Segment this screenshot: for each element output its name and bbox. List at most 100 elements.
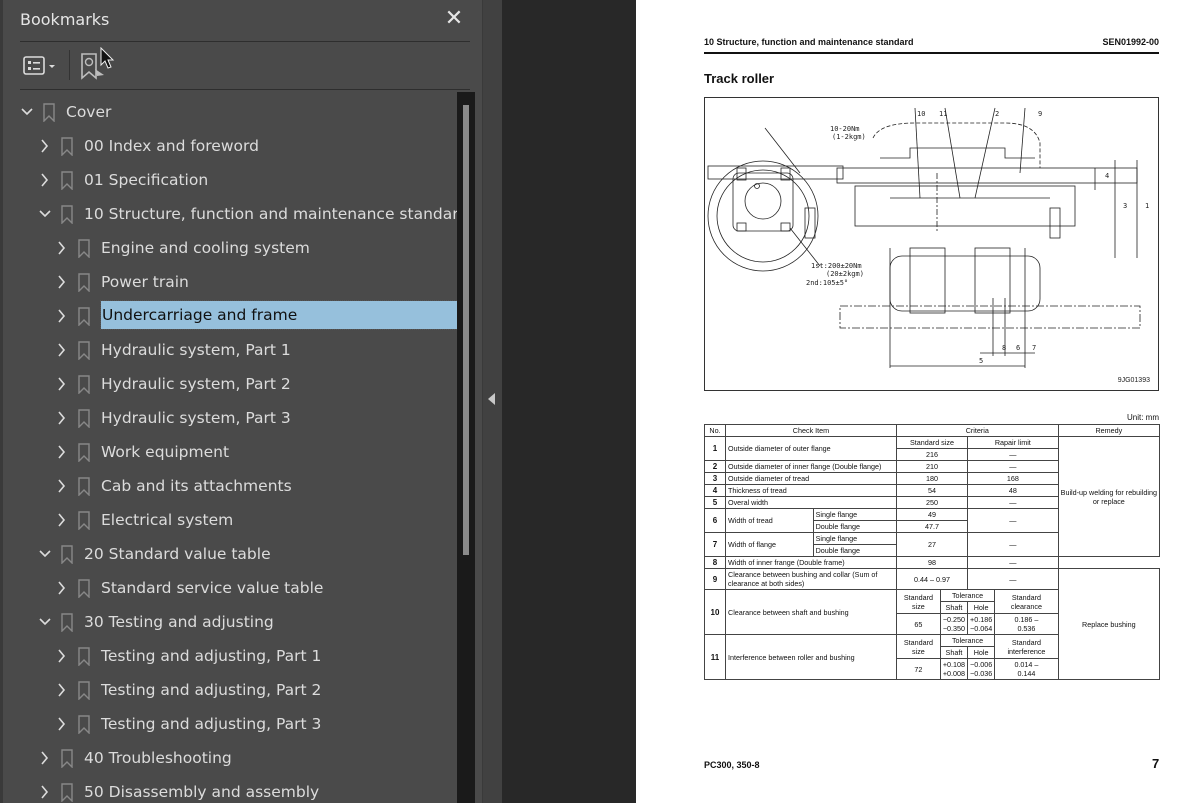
bookmarks-scrollbar[interactable] bbox=[457, 92, 475, 803]
torque-note-2a: 1st:200±20Nm bbox=[811, 262, 862, 270]
bookmark-icon bbox=[78, 341, 90, 360]
callout-2: 2 bbox=[995, 110, 999, 118]
bookmark-item[interactable]: Hydraulic system, Part 2 bbox=[3, 369, 460, 399]
bookmark-item[interactable]: 30 Testing and adjusting bbox=[3, 607, 460, 637]
bookmark-item[interactable]: Electrical system bbox=[3, 505, 460, 535]
bookmark-item[interactable]: Power train bbox=[3, 267, 460, 297]
chevron-down-icon[interactable] bbox=[38, 613, 52, 631]
bookmark-item[interactable]: Testing and adjusting, Part 3 bbox=[3, 709, 460, 739]
torque-note-1a: 10-20Nm bbox=[830, 125, 860, 133]
chevron-down-icon[interactable] bbox=[38, 545, 52, 563]
chevron-right-icon[interactable] bbox=[55, 341, 69, 359]
row-no: 1 bbox=[704, 436, 726, 461]
limit-value: — bbox=[967, 496, 1059, 509]
bookmark-icon bbox=[61, 545, 73, 564]
bookmark-item[interactable]: 00 Index and foreword bbox=[3, 131, 460, 161]
bookmark-label: 40 Troubleshooting bbox=[84, 749, 232, 767]
subhead-standard-size: Standard size bbox=[895, 436, 969, 449]
bookmark-icon bbox=[78, 715, 90, 734]
chevron-down-icon[interactable] bbox=[38, 205, 52, 223]
chevron-right-icon[interactable] bbox=[38, 137, 52, 155]
subhead-standard-interference: Standard interference bbox=[994, 634, 1059, 659]
collapse-arrow-icon[interactable] bbox=[488, 393, 495, 405]
standard-value: 72 bbox=[895, 658, 941, 680]
options-button[interactable] bbox=[22, 54, 62, 78]
divider bbox=[20, 41, 470, 42]
bookmark-item[interactable]: 50 Disassembly and assembly bbox=[3, 777, 460, 803]
bookmark-icon bbox=[43, 103, 55, 122]
bookmark-item[interactable]: 10 Structure, function and maintenance s… bbox=[3, 199, 460, 229]
bookmark-item[interactable]: Engine and cooling system bbox=[3, 233, 460, 263]
bookmark-label: Cab and its attachments bbox=[101, 477, 292, 495]
chevron-right-icon[interactable] bbox=[55, 715, 69, 733]
chevron-right-icon[interactable] bbox=[38, 783, 52, 801]
row-item: Width of flange bbox=[725, 532, 814, 557]
bookmark-item[interactable]: Hydraulic system, Part 3 bbox=[3, 403, 460, 433]
subhead-hole: Hole bbox=[967, 601, 996, 614]
bookmark-item[interactable]: 40 Troubleshooting bbox=[3, 743, 460, 773]
callout-3: 3 bbox=[1123, 202, 1127, 210]
row-no: 5 bbox=[704, 496, 726, 509]
row-item: Interference between roller and bushing bbox=[725, 634, 897, 680]
bookmark-item[interactable]: Hydraulic system, Part 1 bbox=[3, 335, 460, 365]
callout-5: 5 bbox=[979, 357, 983, 365]
callout-11: 11 bbox=[939, 110, 947, 118]
subhead-shaft: Shaft bbox=[939, 646, 969, 659]
bookmark-item[interactable]: Work equipment bbox=[3, 437, 460, 467]
standard-clearance: 0.186 – 0.536 bbox=[994, 613, 1059, 635]
col-no: No. bbox=[704, 424, 726, 437]
remedy-cell: Build-up welding for rebuilding or repla… bbox=[1057, 436, 1161, 557]
row-no: 11 bbox=[704, 634, 726, 680]
bookmark-label: Hydraulic system, Part 1 bbox=[101, 341, 291, 359]
chevron-right-icon[interactable] bbox=[55, 239, 69, 257]
bookmark-item[interactable]: Testing and adjusting, Part 1 bbox=[3, 641, 460, 671]
page-header: 10 Structure, function and maintenance s… bbox=[704, 37, 1159, 47]
row-no: 6 bbox=[704, 508, 726, 533]
row-subitem: Single flange bbox=[812, 532, 897, 545]
subhead-tolerance: Tolerance bbox=[939, 634, 996, 647]
limit-value: — bbox=[967, 532, 1059, 557]
chevron-right-icon[interactable] bbox=[55, 511, 69, 529]
bookmark-item[interactable]: 01 Specification bbox=[3, 165, 460, 195]
chevron-right-icon[interactable] bbox=[55, 579, 69, 597]
panel-splitter[interactable] bbox=[482, 0, 502, 803]
chevron-right-icon[interactable] bbox=[55, 477, 69, 495]
table-row: 9 Clearance between bushing and collar (… bbox=[704, 568, 1161, 680]
chevron-right-icon[interactable] bbox=[38, 171, 52, 189]
bookmark-label: Hydraulic system, Part 2 bbox=[101, 375, 291, 393]
standard-interference: 0.014 – 0.144 bbox=[994, 658, 1059, 680]
torque-note-1b: (1-2kgm) bbox=[832, 133, 866, 141]
close-icon[interactable]: ✕ bbox=[441, 6, 467, 32]
bookmark-item[interactable]: Standard service value table bbox=[3, 573, 460, 603]
chevron-right-icon[interactable] bbox=[55, 647, 69, 665]
bookmark-icon bbox=[78, 273, 90, 292]
row-item: Thickness of tread bbox=[725, 484, 897, 497]
scrollbar-thumb[interactable] bbox=[463, 105, 469, 555]
bookmark-label: 50 Disassembly and assembly bbox=[84, 783, 320, 801]
standard-value: 47.7 bbox=[895, 520, 969, 533]
bookmark-label: Testing and adjusting, Part 3 bbox=[101, 715, 322, 733]
hole-tolerance: +0.186 −0.064 bbox=[967, 613, 996, 635]
bookmark-item[interactable]: Testing and adjusting, Part 2 bbox=[3, 675, 460, 705]
bookmark-item[interactable]: Undercarriage and frame bbox=[3, 300, 460, 331]
bookmark-item[interactable]: Cover bbox=[3, 97, 460, 127]
callout-7: 7 bbox=[1032, 344, 1036, 352]
chevron-right-icon[interactable] bbox=[55, 375, 69, 393]
bookmark-item[interactable]: Cab and its attachments bbox=[3, 471, 460, 501]
limit-value: — bbox=[967, 460, 1059, 473]
table-header-row: No. Check Item Criteria Remedy bbox=[704, 424, 1161, 437]
bookmark-icon bbox=[78, 307, 90, 326]
subhead-standard-size: Standard size bbox=[895, 634, 941, 659]
shaft-tolerance: +0.108 +0.008 bbox=[939, 658, 969, 680]
chevron-right-icon[interactable] bbox=[38, 749, 52, 767]
bookmark-icon bbox=[78, 647, 90, 666]
bookmark-label: 20 Standard value table bbox=[84, 545, 271, 563]
chevron-down-icon[interactable] bbox=[20, 103, 34, 121]
bookmark-item[interactable]: 20 Standard value table bbox=[3, 539, 460, 569]
chevron-right-icon[interactable] bbox=[55, 273, 69, 291]
chevron-right-icon[interactable] bbox=[55, 681, 69, 699]
subhead-tolerance: Tolerance bbox=[939, 589, 996, 602]
chevron-right-icon[interactable] bbox=[55, 443, 69, 461]
chevron-right-icon[interactable] bbox=[55, 409, 69, 427]
chevron-right-icon[interactable] bbox=[55, 307, 69, 325]
